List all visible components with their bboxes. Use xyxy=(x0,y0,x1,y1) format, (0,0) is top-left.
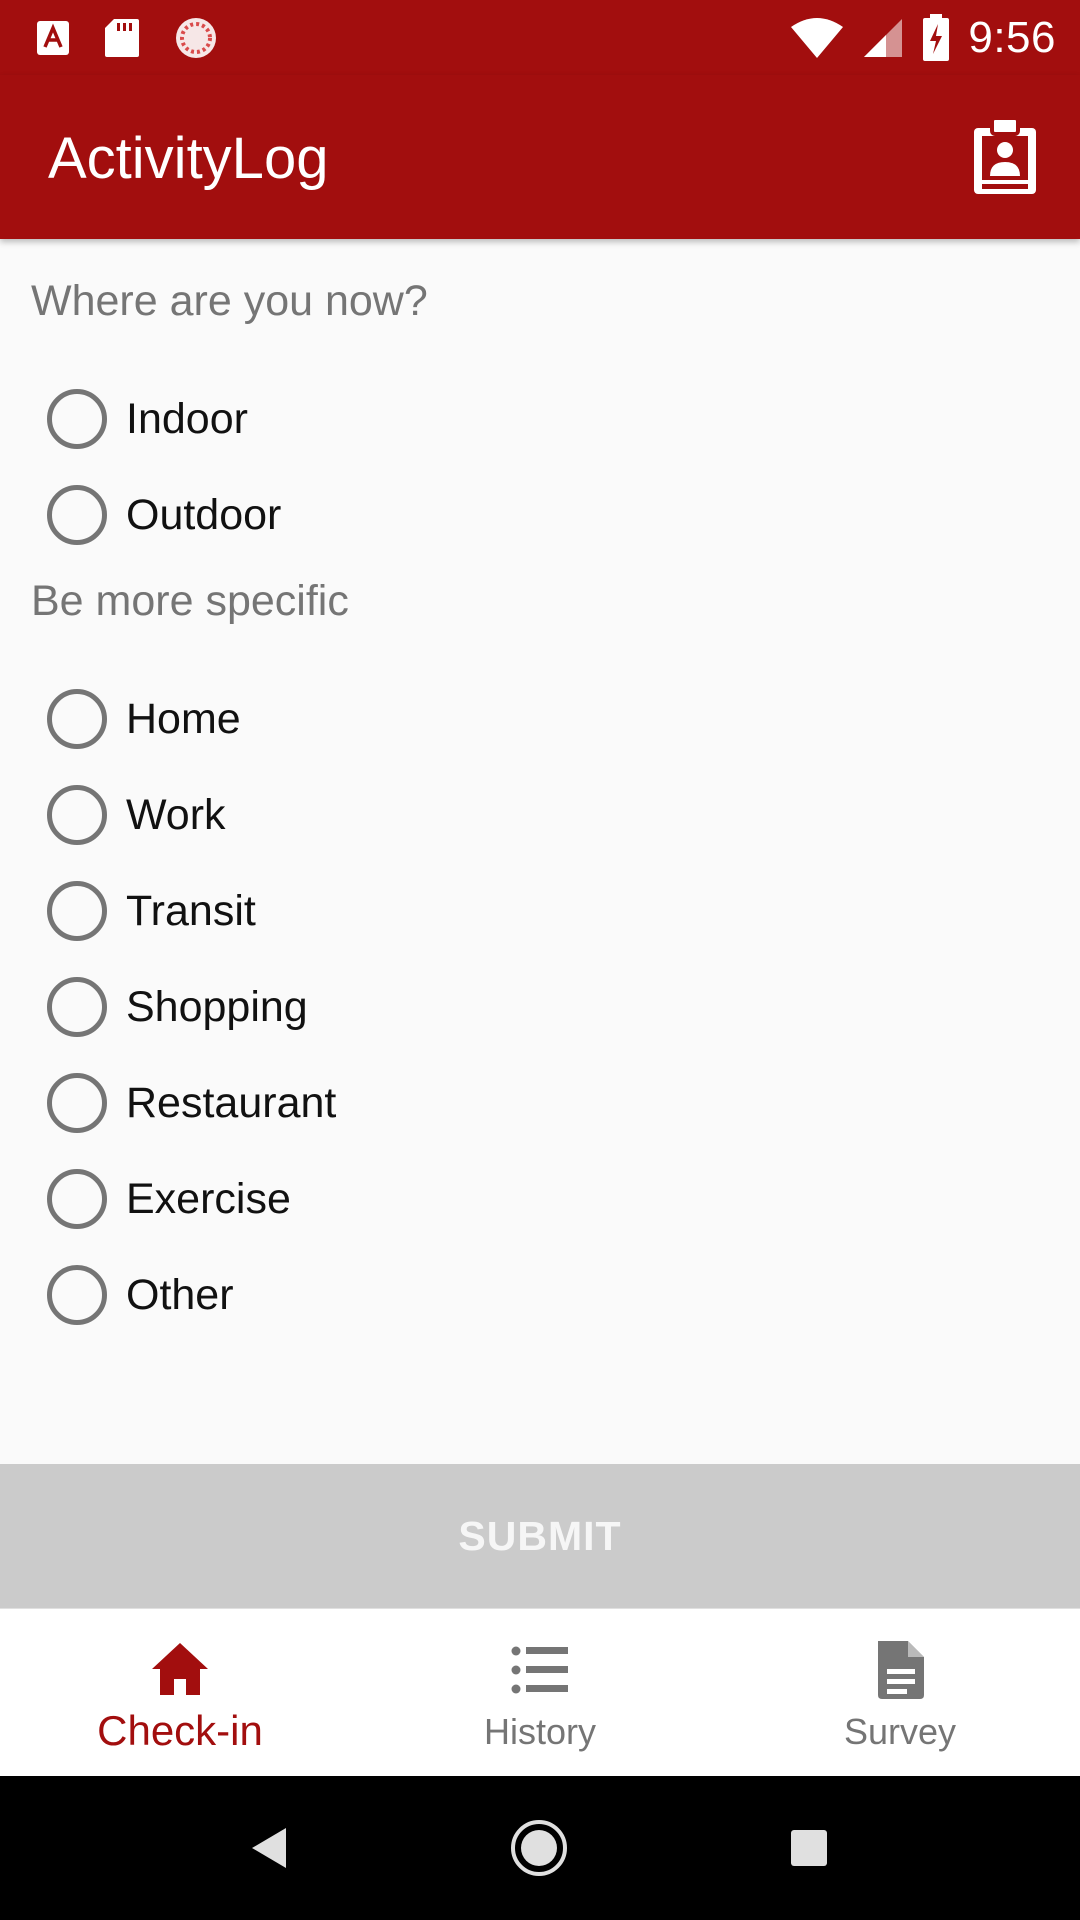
radio-transit[interactable]: Transit xyxy=(47,871,647,951)
specific-question: Be more specific xyxy=(31,577,349,625)
nav-label: Check-in xyxy=(97,1707,263,1754)
radio-label: Exercise xyxy=(126,1174,291,1223)
radio-button[interactable] xyxy=(47,485,107,545)
radio-label: Shopping xyxy=(126,982,308,1031)
radio-button[interactable] xyxy=(47,389,107,449)
radio-button[interactable] xyxy=(47,881,107,941)
radio-label: Home xyxy=(126,694,241,743)
badge-icon[interactable] xyxy=(972,118,1038,196)
clock: 9:56 xyxy=(968,12,1056,62)
back-icon[interactable] xyxy=(248,1826,290,1870)
font-a-icon xyxy=(37,21,69,55)
bottom-navigation: Check-in History Survey xyxy=(0,1608,1080,1776)
location-question: Where are you now? xyxy=(31,277,428,325)
submit-button[interactable]: SUBMIT xyxy=(0,1464,1080,1608)
radio-restaurant[interactable]: Restaurant xyxy=(47,1063,647,1143)
nav-history[interactable]: History xyxy=(360,1609,720,1777)
radio-shopping[interactable]: Shopping xyxy=(47,967,647,1047)
notification-icons xyxy=(36,14,218,62)
home-icon xyxy=(152,1643,208,1695)
system-status: 9:56 xyxy=(790,0,1056,75)
app-bar: ActivityLog xyxy=(0,75,1080,239)
radio-label: Work xyxy=(126,790,226,839)
document-icon xyxy=(878,1641,924,1699)
radio-button[interactable] xyxy=(47,977,107,1037)
radio-button[interactable] xyxy=(47,1265,107,1325)
system-navigation-bar xyxy=(0,1776,1080,1920)
radio-label: Other xyxy=(126,1270,234,1319)
nav-label: History xyxy=(483,1711,596,1752)
recents-icon[interactable] xyxy=(790,1829,828,1867)
sync-circle-icon xyxy=(176,18,216,58)
nav-survey[interactable]: Survey xyxy=(720,1609,1080,1777)
app-title: ActivityLog xyxy=(48,126,329,191)
cell-signal-icon xyxy=(864,18,903,57)
radio-label: Restaurant xyxy=(126,1078,337,1127)
radio-outdoor[interactable]: Outdoor xyxy=(47,475,647,555)
radio-label: Transit xyxy=(126,886,256,935)
radio-button[interactable] xyxy=(47,1073,107,1133)
radio-label: Outdoor xyxy=(126,490,282,539)
radio-exercise[interactable]: Exercise xyxy=(47,1159,647,1239)
radio-work[interactable]: Work xyxy=(47,775,647,855)
radio-other[interactable]: Other xyxy=(47,1255,647,1335)
radio-button[interactable] xyxy=(47,689,107,749)
radio-label: Indoor xyxy=(126,394,248,443)
radio-button[interactable] xyxy=(47,785,107,845)
list-icon xyxy=(511,1646,568,1694)
radio-indoor[interactable]: Indoor xyxy=(47,379,647,459)
home-button-icon[interactable] xyxy=(510,1819,568,1877)
wifi-icon xyxy=(791,17,844,58)
battery-charging-icon xyxy=(923,13,950,61)
sd-card-icon xyxy=(105,19,139,57)
radio-home[interactable]: Home xyxy=(47,679,647,759)
radio-button[interactable] xyxy=(47,1169,107,1229)
nav-label: Survey xyxy=(843,1711,957,1752)
submit-label: SUBMIT xyxy=(458,1512,622,1559)
status-bar: 9:56 xyxy=(0,0,1080,75)
nav-checkin[interactable]: Check-in xyxy=(0,1609,360,1777)
